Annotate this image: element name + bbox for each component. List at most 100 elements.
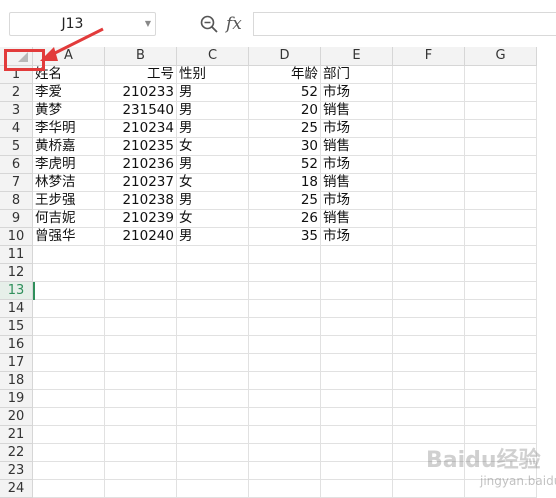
cell-d2[interactable]: 52 bbox=[249, 84, 321, 102]
cell-e9[interactable]: 销售 bbox=[321, 210, 393, 228]
fx-icon[interactable]: fx bbox=[226, 12, 242, 36]
formula-input[interactable] bbox=[253, 12, 556, 36]
cell-e18[interactable] bbox=[321, 372, 393, 390]
cell-e6[interactable]: 市场 bbox=[321, 156, 393, 174]
cell-a11[interactable] bbox=[33, 246, 105, 264]
cell-d13[interactable] bbox=[249, 282, 321, 300]
cell-c21[interactable] bbox=[177, 426, 249, 444]
cell-f12[interactable] bbox=[393, 264, 465, 282]
cell-g12[interactable] bbox=[465, 264, 537, 282]
cell-g16[interactable] bbox=[465, 336, 537, 354]
cell-g4[interactable] bbox=[465, 120, 537, 138]
cell-g11[interactable] bbox=[465, 246, 537, 264]
cell-b19[interactable] bbox=[105, 390, 177, 408]
cell-d21[interactable] bbox=[249, 426, 321, 444]
cell-c6[interactable]: 男 bbox=[177, 156, 249, 174]
cell-d10[interactable]: 35 bbox=[249, 228, 321, 246]
cell-a6[interactable]: 李虎明 bbox=[33, 156, 105, 174]
cell-f7[interactable] bbox=[393, 174, 465, 192]
cell-a5[interactable]: 黄桥嘉 bbox=[33, 138, 105, 156]
cell-d18[interactable] bbox=[249, 372, 321, 390]
cell-c18[interactable] bbox=[177, 372, 249, 390]
row-header-14[interactable]: 14 bbox=[0, 300, 33, 318]
cell-c9[interactable]: 女 bbox=[177, 210, 249, 228]
cell-a17[interactable] bbox=[33, 354, 105, 372]
cell-g18[interactable] bbox=[465, 372, 537, 390]
cell-c22[interactable] bbox=[177, 444, 249, 462]
row-header-12[interactable]: 12 bbox=[0, 264, 33, 282]
cell-a23[interactable] bbox=[33, 462, 105, 480]
cell-f20[interactable] bbox=[393, 408, 465, 426]
row-header-16[interactable]: 16 bbox=[0, 336, 33, 354]
cell-c13[interactable] bbox=[177, 282, 249, 300]
cell-d12[interactable] bbox=[249, 264, 321, 282]
cell-a22[interactable] bbox=[33, 444, 105, 462]
cell-f1[interactable] bbox=[393, 66, 465, 84]
cell-d8[interactable]: 25 bbox=[249, 192, 321, 210]
cell-g2[interactable] bbox=[465, 84, 537, 102]
cell-g6[interactable] bbox=[465, 156, 537, 174]
row-header-2[interactable]: 2 bbox=[0, 84, 33, 102]
cell-e3[interactable]: 销售 bbox=[321, 102, 393, 120]
cell-b3[interactable]: 231540 bbox=[105, 102, 177, 120]
cell-c1[interactable]: 性别 bbox=[177, 66, 249, 84]
row-header-23[interactable]: 23 bbox=[0, 462, 33, 480]
cell-b16[interactable] bbox=[105, 336, 177, 354]
row-header-18[interactable]: 18 bbox=[0, 372, 33, 390]
cell-e4[interactable]: 市场 bbox=[321, 120, 393, 138]
cell-b1[interactable]: 工号 bbox=[105, 66, 177, 84]
row-header-8[interactable]: 8 bbox=[0, 192, 33, 210]
cell-e12[interactable] bbox=[321, 264, 393, 282]
cell-f17[interactable] bbox=[393, 354, 465, 372]
row-header-17[interactable]: 17 bbox=[0, 354, 33, 372]
cell-e13[interactable] bbox=[321, 282, 393, 300]
row-header-20[interactable]: 20 bbox=[0, 408, 33, 426]
cell-d14[interactable] bbox=[249, 300, 321, 318]
column-header-g[interactable]: G bbox=[465, 47, 537, 66]
row-header-10[interactable]: 10 bbox=[0, 228, 33, 246]
cell-d5[interactable]: 30 bbox=[249, 138, 321, 156]
cell-a3[interactable]: 黄梦 bbox=[33, 102, 105, 120]
row-header-6[interactable]: 6 bbox=[0, 156, 33, 174]
column-header-c[interactable]: C bbox=[177, 47, 249, 66]
cell-b8[interactable]: 210238 bbox=[105, 192, 177, 210]
cell-e21[interactable] bbox=[321, 426, 393, 444]
cell-e15[interactable] bbox=[321, 318, 393, 336]
cell-a10[interactable]: 曾强华 bbox=[33, 228, 105, 246]
cell-g9[interactable] bbox=[465, 210, 537, 228]
cell-g7[interactable] bbox=[465, 174, 537, 192]
cell-c8[interactable]: 男 bbox=[177, 192, 249, 210]
row-header-4[interactable]: 4 bbox=[0, 120, 33, 138]
cell-c17[interactable] bbox=[177, 354, 249, 372]
cell-b5[interactable]: 210235 bbox=[105, 138, 177, 156]
cell-d1[interactable]: 年龄 bbox=[249, 66, 321, 84]
row-header-5[interactable]: 5 bbox=[0, 138, 33, 156]
cell-g3[interactable] bbox=[465, 102, 537, 120]
cell-c20[interactable] bbox=[177, 408, 249, 426]
cell-f21[interactable] bbox=[393, 426, 465, 444]
cell-a14[interactable] bbox=[33, 300, 105, 318]
cell-c10[interactable]: 男 bbox=[177, 228, 249, 246]
cell-c7[interactable]: 女 bbox=[177, 174, 249, 192]
cell-b18[interactable] bbox=[105, 372, 177, 390]
cell-a21[interactable] bbox=[33, 426, 105, 444]
cell-g14[interactable] bbox=[465, 300, 537, 318]
cell-d16[interactable] bbox=[249, 336, 321, 354]
cell-d3[interactable]: 20 bbox=[249, 102, 321, 120]
chevron-down-icon[interactable]: ▼ bbox=[145, 13, 151, 35]
cell-a15[interactable] bbox=[33, 318, 105, 336]
cell-c23[interactable] bbox=[177, 462, 249, 480]
cell-g13[interactable] bbox=[465, 282, 537, 300]
cell-b20[interactable] bbox=[105, 408, 177, 426]
cell-f10[interactable] bbox=[393, 228, 465, 246]
cell-a19[interactable] bbox=[33, 390, 105, 408]
cell-d9[interactable]: 26 bbox=[249, 210, 321, 228]
cell-f18[interactable] bbox=[393, 372, 465, 390]
cell-e23[interactable] bbox=[321, 462, 393, 480]
cell-a8[interactable]: 王步强 bbox=[33, 192, 105, 210]
cell-f14[interactable] bbox=[393, 300, 465, 318]
zoom-icon[interactable] bbox=[199, 14, 219, 34]
cell-f4[interactable] bbox=[393, 120, 465, 138]
cell-g17[interactable] bbox=[465, 354, 537, 372]
cell-a2[interactable]: 李爱 bbox=[33, 84, 105, 102]
